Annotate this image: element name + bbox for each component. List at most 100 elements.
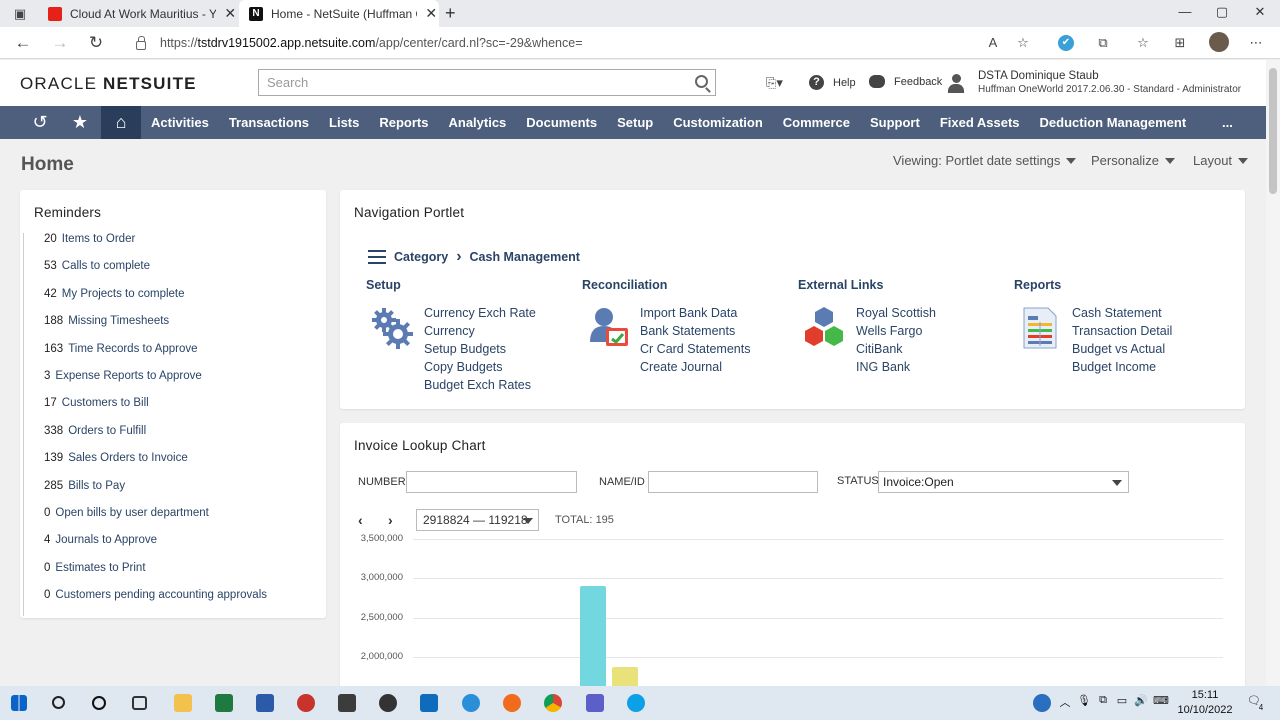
- nav-item[interactable]: Reports: [369, 106, 438, 139]
- extensions-icon[interactable]: ⧉: [1095, 35, 1111, 51]
- global-search-input[interactable]: Search: [258, 69, 716, 96]
- forward-icon[interactable]: →: [50, 33, 70, 53]
- personalize-menu[interactable]: Personalize: [1091, 153, 1175, 168]
- range-select[interactable]: 2918824 — 119218: [416, 509, 539, 531]
- favorites-icon[interactable]: ☆: [1135, 35, 1151, 51]
- reminder-label[interactable]: My Projects to complete: [62, 288, 185, 315]
- nav-item[interactable]: Fixed Assets: [930, 106, 1030, 139]
- close-tab-icon[interactable]: ✕: [222, 5, 238, 22]
- search-icon[interactable]: [695, 75, 708, 88]
- teams-icon[interactable]: [586, 694, 604, 712]
- reminder-item[interactable]: 17 Customers to Bill: [23, 397, 267, 425]
- help-link[interactable]: ? Help: [809, 75, 856, 90]
- create-new-icon[interactable]: ⎘▾: [766, 75, 783, 91]
- skype-icon[interactable]: [627, 694, 645, 712]
- user-role-menu[interactable]: DSTA Dominique Staub Huffman OneWorld 20…: [948, 69, 1241, 96]
- reminder-label[interactable]: Time Records to Approve: [68, 343, 197, 370]
- nav-link[interactable]: ING Bank: [856, 358, 936, 376]
- nav-item[interactable]: Analytics: [438, 106, 516, 139]
- nav-item[interactable]: Support: [860, 106, 930, 139]
- nav-link[interactable]: Budget Exch Rates: [424, 376, 536, 394]
- back-icon[interactable]: ←: [13, 33, 33, 53]
- reminder-item[interactable]: 0 Estimates to Print: [23, 561, 267, 590]
- shortcuts-star-icon[interactable]: ★: [60, 106, 100, 139]
- share-icon[interactable]: [379, 694, 397, 712]
- reminder-label[interactable]: Journals to Approve: [55, 534, 157, 561]
- refresh-icon[interactable]: ↻: [86, 33, 106, 53]
- chrome-icon[interactable]: [544, 694, 562, 712]
- nav-item[interactable]: Transactions: [219, 106, 319, 139]
- excel-icon[interactable]: [215, 694, 233, 712]
- scrollbar-thumb[interactable]: [1269, 68, 1277, 194]
- nav-link[interactable]: Budget vs Actual: [1072, 340, 1172, 358]
- reminder-item[interactable]: 42 My Projects to complete: [23, 287, 267, 316]
- tab-actions-icon[interactable]: ▣: [12, 6, 28, 22]
- nav-link[interactable]: Copy Budgets: [424, 358, 536, 376]
- close-window-icon[interactable]: ✕: [1251, 4, 1269, 20]
- nav-link[interactable]: Cr Card Statements: [640, 340, 750, 358]
- reminder-item[interactable]: 285 Bills to Pay: [23, 479, 267, 507]
- chevron-up-icon[interactable]: ︿: [1058, 694, 1072, 710]
- oracle-netsuite-logo[interactable]: ORACLE NETSUITE: [20, 74, 197, 94]
- cortana-icon[interactable]: [92, 696, 106, 710]
- firefox-icon[interactable]: [503, 694, 521, 712]
- clock-date[interactable]: 10/10/2022: [1175, 704, 1235, 716]
- nav-link[interactable]: Transaction Detail: [1072, 322, 1172, 340]
- chart-bar[interactable]: [580, 586, 606, 692]
- nav-item[interactable]: Customization: [663, 106, 773, 139]
- collections-icon[interactable]: ⊞: [1172, 35, 1188, 51]
- nav-link[interactable]: Currency: [424, 322, 536, 340]
- name-id-input[interactable]: [648, 471, 818, 493]
- reminder-item[interactable]: 4 Journals to Approve: [23, 534, 267, 562]
- reminder-label[interactable]: Open bills by user department: [55, 507, 208, 534]
- reminder-item[interactable]: 139 Sales Orders to Invoice: [23, 452, 267, 480]
- reminder-item[interactable]: 188 Missing Timesheets: [23, 315, 267, 343]
- nav-item[interactable]: Setup: [607, 106, 663, 139]
- edge-icon[interactable]: [462, 694, 480, 712]
- profile-avatar[interactable]: [1209, 32, 1229, 52]
- nav-item[interactable]: Lists: [319, 106, 369, 139]
- display-icon[interactable]: ▭: [1115, 694, 1129, 707]
- reminder-item[interactable]: 3 Expense Reports to Approve: [23, 369, 267, 398]
- nav-link[interactable]: Create Journal: [640, 358, 750, 376]
- microphone-icon[interactable]: 🎙: [1077, 694, 1091, 707]
- word-icon[interactable]: [256, 694, 274, 712]
- minimize-icon[interactable]: —: [1176, 4, 1194, 19]
- nav-more-button[interactable]: ...: [1222, 106, 1233, 139]
- reminder-label[interactable]: Sales Orders to Invoice: [68, 452, 188, 479]
- keyboard-icon[interactable]: ⌨: [1153, 694, 1169, 707]
- reminder-label[interactable]: Orders to Fulfill: [68, 425, 146, 452]
- nav-item[interactable]: Activities: [141, 106, 219, 139]
- next-page-button[interactable]: ›: [388, 512, 408, 528]
- reminder-item[interactable]: 0 Open bills by user department: [23, 506, 267, 535]
- nav-link[interactable]: CitiBank: [856, 340, 936, 358]
- volume-icon[interactable]: 🔊: [1134, 694, 1148, 707]
- nav-link[interactable]: Currency Exch Rate: [424, 304, 536, 322]
- close-tab-icon[interactable]: ✕: [423, 5, 439, 22]
- reminder-label[interactable]: Bills to Pay: [68, 480, 125, 507]
- windows-start-icon[interactable]: [11, 695, 27, 711]
- nav-link[interactable]: Royal Scottish: [856, 304, 936, 322]
- read-aloud-icon[interactable]: A: [985, 35, 1001, 51]
- reminder-label[interactable]: Missing Timesheets: [68, 315, 169, 342]
- nav-link[interactable]: Bank Statements: [640, 322, 750, 340]
- network-icon[interactable]: ⧉: [1096, 694, 1110, 707]
- reminder-label[interactable]: Calls to complete: [62, 260, 150, 287]
- nav-item[interactable]: Commerce: [773, 106, 860, 139]
- previous-page-button[interactable]: ‹: [358, 512, 378, 528]
- file-explorer-icon[interactable]: [174, 694, 192, 712]
- new-tab-button[interactable]: +: [445, 0, 456, 27]
- reminder-label[interactable]: Customers to Bill: [62, 397, 149, 424]
- screen-recorder-icon[interactable]: [297, 694, 315, 712]
- task-view-icon[interactable]: [132, 696, 147, 710]
- outlook-icon[interactable]: [420, 694, 438, 712]
- reminder-item[interactable]: 338 Orders to Fulfill: [23, 424, 267, 453]
- nav-link[interactable]: Cash Statement: [1072, 304, 1172, 322]
- more-icon[interactable]: ⋯: [1248, 35, 1264, 51]
- breadcrumb-category[interactable]: Category: [394, 250, 448, 264]
- search-icon[interactable]: [52, 696, 65, 709]
- maximize-icon[interactable]: ▢: [1213, 4, 1231, 20]
- number-input[interactable]: [406, 471, 577, 493]
- url-field[interactable]: https://tstdrv1915002.app.netsuite.com/a…: [120, 30, 1040, 56]
- nav-link[interactable]: Wells Fargo: [856, 322, 936, 340]
